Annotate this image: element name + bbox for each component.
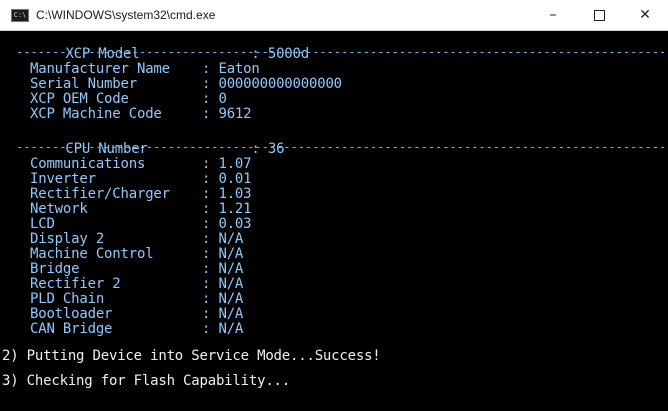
info-row: Manufacturer Name: Eaton [16,62,668,77]
separator: : [202,246,211,262]
version-row-label: Network [30,201,88,217]
version-row: Bootloader: N/A [16,307,668,322]
version-row-value: N/A [218,306,244,322]
model-line: XCP Model: 5000d [16,32,668,62]
version-row: Network: 1.21 [16,202,668,217]
separator: : [202,276,211,292]
window-controls: – ✕ [530,0,668,30]
version-row-label: Inverter [30,171,96,187]
version-row-value: 1.07 [218,156,252,172]
separator: : [202,76,211,92]
version-row-value: N/A [218,291,244,307]
version-row-value: N/A [218,261,244,277]
version-row-label: Bridge [30,261,80,277]
separator: : [202,61,211,77]
version-row: Rectifier/Charger: 1.03 [16,187,668,202]
info-row-label: XCP OEM Code [30,91,129,107]
info-row-value: 000000000000000 [218,76,342,92]
version-row: Inverter: 0.01 [16,172,668,187]
version-row: Machine Control: N/A [16,247,668,262]
version-row-value: 0.03 [218,216,252,232]
info-row-label: Manufacturer Name [30,61,170,77]
title-bar[interactable]: C:\ C:\WINDOWS\system32\cmd.exe – ✕ [0,0,668,31]
version-row-label: Rectifier/Charger [30,186,170,202]
version-row-label: PLD Chain [30,291,105,307]
version-row-label: CAN Bridge [30,321,113,337]
version-row-label: Rectifier 2 [30,276,121,292]
separator: : [202,291,211,307]
separator: : [202,306,211,322]
version-block: Communications: 1.07 Inverter: 0.01 Rectif… [16,157,668,337]
separator: : [202,321,211,337]
info-row-value: 9612 [218,106,252,122]
step3-line: 3) Checking for Flash Capability... [2,373,291,389]
info-block: Manufacturer Name: Eaton Serial Number: 0… [16,62,668,122]
maximize-button[interactable] [576,0,622,30]
cmd-window: C:\ C:\WINDOWS\system32\cmd.exe – ✕ XCP … [0,0,668,411]
version-row-label: Communications [30,156,146,172]
console-output[interactable]: XCP Model: 5000d -----------------------… [0,31,668,411]
separator: : [202,186,211,202]
separator: : [202,91,211,107]
version-row-value: N/A [218,246,244,262]
info-row-value: 0 [218,91,227,107]
version-row: LCD: 0.03 [16,217,668,232]
info-row-value: Eaton [218,61,260,77]
info-row-label: Serial Number [30,76,137,92]
separator-line: ----------------------------------------… [16,47,667,57]
separator: : [202,156,211,172]
info-row: XCP OEM Code: 0 [16,92,668,107]
version-row-label: LCD [30,216,55,232]
cpu-line: CPU Number: 36 [16,127,668,157]
version-row-value: 0.01 [218,171,252,187]
version-row: Communications: 1.07 [16,157,668,172]
version-row: Bridge: N/A [16,262,668,277]
version-row: CAN Bridge: N/A [16,322,668,337]
version-row-label: Display 2 [30,231,105,247]
separator: : [202,216,211,232]
maximize-icon [593,9,605,21]
separator: : [202,106,211,122]
version-row-value: 1.03 [218,186,252,202]
version-row-value: N/A [218,231,244,247]
separator: : [202,201,211,217]
cmd-app-icon[interactable]: C:\ [11,8,29,22]
version-row: PLD Chain: N/A [16,292,668,307]
info-row: Serial Number: 000000000000000 [16,77,668,92]
separator: : [202,231,211,247]
info-row-label: XCP Machine Code [30,106,162,122]
window-title: C:\WINDOWS\system32\cmd.exe [36,8,216,22]
version-row-label: Bootloader [30,306,113,322]
version-row-value: 1.21 [218,201,252,217]
separator: : [202,261,211,277]
minimize-button[interactable]: – [530,0,576,30]
step2-line: 2) Putting Device into Service Mode...Su… [2,348,381,364]
minimize-icon: – [549,7,557,23]
version-row-label: Machine Control [30,246,154,262]
version-row: Rectifier 2: N/A [16,277,668,292]
version-row-value: N/A [218,276,244,292]
close-icon: ✕ [639,7,651,23]
close-button[interactable]: ✕ [622,0,668,30]
info-row: XCP Machine Code: 9612 [16,107,668,122]
version-row: Display 2: N/A [16,232,668,247]
separator: : [202,171,211,187]
version-row-value: N/A [218,321,244,337]
separator-line: ----------------------------------------… [16,142,667,152]
